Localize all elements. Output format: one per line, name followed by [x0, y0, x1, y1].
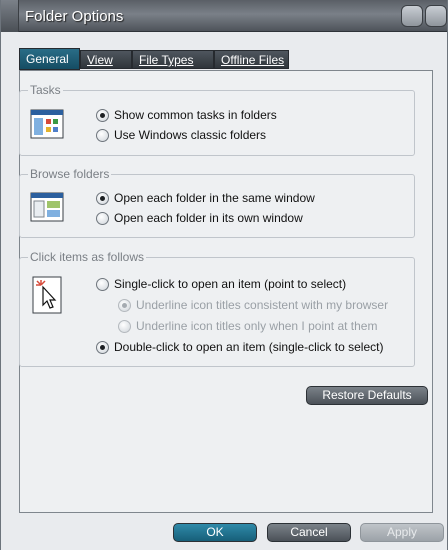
- tab-view[interactable]: View: [80, 50, 132, 69]
- underline-browser-label: Underline icon titles consistent with my…: [136, 298, 389, 312]
- single-click-radio[interactable]: [96, 278, 109, 291]
- tab-file-types[interactable]: File Types: [132, 50, 214, 69]
- single-click-label: Single-click to open an item (point to s…: [114, 277, 347, 291]
- underline-point-radio: [118, 320, 131, 333]
- underline-point-label: Underline icon titles only when I point …: [136, 319, 378, 333]
- folder-window-icon: [30, 192, 64, 222]
- classic-folders-radio[interactable]: [96, 129, 109, 142]
- click-items-legend: Click items as follows: [28, 250, 147, 264]
- own-window-radio[interactable]: [96, 212, 109, 225]
- click-items-group: Click items as follows Single-click to o…: [19, 250, 415, 367]
- double-click-radio[interactable]: [96, 341, 109, 354]
- folder-options-window: Folder Options General View File Types O…: [0, 0, 448, 550]
- tasks-legend: Tasks: [28, 83, 63, 97]
- ok-button[interactable]: OK: [173, 523, 257, 542]
- folder-tasks-icon: [30, 109, 64, 139]
- restore-defaults-button[interactable]: Restore Defaults: [306, 386, 428, 405]
- tab-general[interactable]: General: [19, 48, 80, 70]
- window-menu-icon[interactable]: [1, 0, 19, 32]
- apply-button: Apply: [360, 523, 444, 542]
- classic-folders-label: Use Windows classic folders: [114, 128, 267, 142]
- same-window-label: Open each folder in the same window: [114, 191, 315, 205]
- tab-offline-files[interactable]: Offline Files: [214, 50, 289, 69]
- title-bar[interactable]: Folder Options: [1, 0, 447, 32]
- cancel-button[interactable]: Cancel: [267, 523, 351, 542]
- show-common-tasks-label: Show common tasks in folders: [114, 108, 277, 122]
- close-button[interactable]: [425, 5, 447, 27]
- same-window-radio[interactable]: [96, 192, 109, 205]
- browse-folders-legend: Browse folders: [28, 167, 112, 181]
- window-title: Folder Options: [25, 8, 124, 25]
- double-click-label: Double-click to open an item (single-cli…: [114, 340, 384, 354]
- cursor-click-icon: [32, 276, 62, 314]
- show-common-tasks-radio[interactable]: [96, 109, 109, 122]
- own-window-label: Open each folder in its own window: [114, 211, 303, 225]
- help-button[interactable]: [401, 5, 423, 27]
- browse-folders-group: Browse folders Open each folder in the s…: [19, 167, 415, 238]
- tasks-group: Tasks Show common tasks in folders Use W…: [19, 83, 415, 156]
- underline-browser-radio: [118, 299, 131, 312]
